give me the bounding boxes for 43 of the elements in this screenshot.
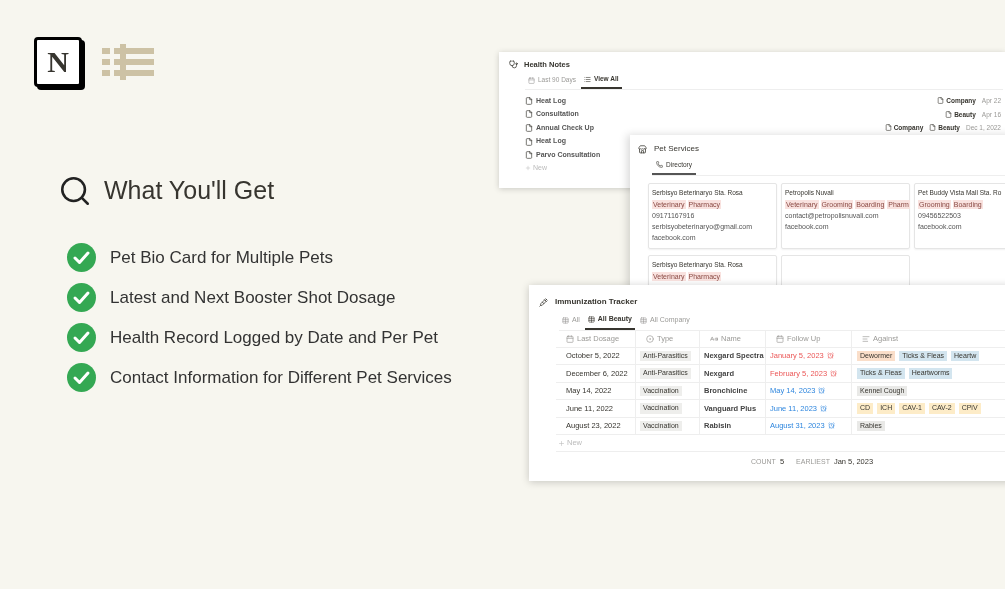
section-heading: What You'll Get xyxy=(104,175,275,206)
plus-icon xyxy=(525,165,531,172)
page-icon xyxy=(945,110,953,118)
page-icon xyxy=(525,124,533,132)
feature-text: Health Record Logged by Date and Per Pet xyxy=(110,326,438,349)
list-icon xyxy=(862,334,870,343)
alarm-icon xyxy=(830,369,838,377)
check-icon xyxy=(67,363,96,392)
list-icon xyxy=(583,75,591,83)
feature-text: Latest and Next Booster Shot Dosage xyxy=(110,286,396,309)
table-icon xyxy=(587,315,595,323)
phone-icon xyxy=(656,161,663,169)
alarm-icon xyxy=(826,352,834,360)
page-icon xyxy=(525,151,533,160)
table-icon xyxy=(562,316,569,324)
page-icon xyxy=(525,96,533,105)
alarm-icon xyxy=(818,387,826,395)
table-icon xyxy=(640,316,647,324)
check-icon xyxy=(67,283,96,312)
page-icon xyxy=(525,137,533,146)
check-icon xyxy=(67,243,96,272)
alarm-icon xyxy=(827,422,835,430)
page-icon xyxy=(929,124,937,132)
window-title: Immunization Tracker xyxy=(555,296,638,308)
page-icon xyxy=(937,97,945,105)
notion-logo: N xyxy=(34,37,82,87)
list-icon xyxy=(102,44,154,80)
page-icon xyxy=(525,110,533,119)
feature-text: Contact Information for Different Pet Services xyxy=(110,366,452,389)
plus-icon xyxy=(558,439,565,447)
syringe-icon xyxy=(539,297,548,307)
store-icon xyxy=(638,144,647,154)
stethoscope-icon xyxy=(509,60,518,70)
page-icon xyxy=(884,124,892,132)
calendar-icon xyxy=(528,76,535,84)
calendar-icon xyxy=(566,334,574,343)
alarm-icon xyxy=(820,404,827,412)
text-icon xyxy=(710,334,718,343)
circle-dot-icon xyxy=(646,334,654,343)
feature-text: Pet Bio Card for Multiple Pets xyxy=(110,246,333,269)
calendar-icon xyxy=(776,334,784,343)
check-icon xyxy=(67,323,96,352)
window-title: Pet Services xyxy=(654,143,699,155)
